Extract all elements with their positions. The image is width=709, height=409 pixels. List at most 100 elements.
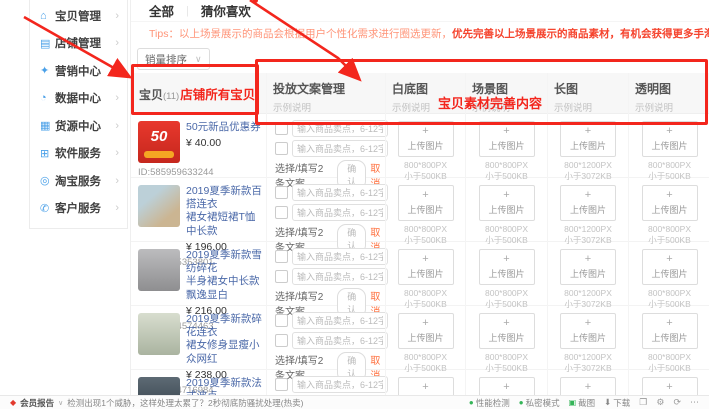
plus-icon: +: [643, 126, 697, 137]
product-thumbnail[interactable]: [138, 185, 180, 227]
upload-image-button[interactable]: +上传图片: [560, 377, 616, 395]
table-row: 50 50元新品优惠券 ¥ 40.00 ID:585959633244 选择/填…: [131, 114, 709, 178]
upload-image-button[interactable]: +上传图片: [398, 377, 454, 395]
product-title-link[interactable]: 2019夏季新款法式波点连衣裙女中长款气质显瘦: [186, 377, 262, 395]
chevron-right-icon: ›: [115, 175, 119, 187]
column-sublabel[interactable]: 示例说明: [635, 100, 709, 114]
settings-icon[interactable]: ⚙: [656, 397, 664, 408]
column-sublabel[interactable]: 示例说明: [472, 100, 547, 114]
sort-label: 销量排序: [145, 52, 187, 67]
sidebar-item-label: 客户服务: [55, 200, 115, 216]
sellpoint-checkbox[interactable]: [275, 122, 288, 135]
sidebar-item-software-service[interactable]: ⊞ 软件服务 ›: [30, 145, 127, 161]
member-report-label: 会员报告: [20, 397, 54, 409]
sellpoint-checkbox[interactable]: [275, 314, 288, 327]
tab-all[interactable]: 全部: [149, 1, 174, 20]
download-button[interactable]: ⬇下载: [604, 397, 630, 409]
upload-image-button[interactable]: +上传图片: [560, 313, 616, 349]
sellpoint-input[interactable]: [292, 140, 388, 157]
sidebar-item-supply-center[interactable]: ▦ 货源中心 ›: [30, 118, 127, 134]
sidebar-item-marketing-center[interactable]: ✦ 营销中心 ›: [30, 63, 127, 79]
upload-image-button[interactable]: +上传图片: [398, 121, 454, 157]
window-icon[interactable]: ❐: [639, 397, 647, 408]
sellpoint-input[interactable]: [292, 204, 388, 221]
product-thumbnail[interactable]: 50: [138, 121, 180, 163]
sellpoint-input[interactable]: [292, 332, 388, 349]
tips-banner: Tips：以上场景展示的商品会根据用户个性化需求进行圈选更新，优先完善以上场景展…: [131, 22, 709, 43]
sellpoint-input[interactable]: [292, 376, 388, 393]
sellpoint-checkbox[interactable]: [275, 378, 288, 391]
upload-image-button[interactable]: +上传图片: [479, 121, 535, 157]
private-mode-button[interactable]: ●私密模式: [519, 397, 560, 409]
product-title-link[interactable]: 2019夏季新款雪纺碎花半身裙女中长款飘逸显白: [186, 249, 262, 302]
chevron-right-icon: ›: [115, 65, 119, 77]
upload-image-button[interactable]: +上传图片: [479, 185, 535, 221]
upload-image-button[interactable]: +上传图片: [642, 121, 698, 157]
sellpoint-checkbox[interactable]: [275, 186, 288, 199]
refresh-icon[interactable]: ⟳: [673, 397, 681, 408]
security-notice[interactable]: ◆ 会员报告 ∨ 检测出现1个威胁，这样处理太累了？2秒彻底防骚扰处理(热卖): [10, 397, 303, 409]
sellpoint-checkbox[interactable]: [275, 206, 288, 219]
spec-size: 800*800PX: [386, 352, 465, 363]
upload-image-button[interactable]: +上传图片: [642, 185, 698, 221]
column-sublabel[interactable]: 示例说明: [554, 100, 628, 114]
chevron-down-icon: ∨: [195, 54, 202, 65]
plus-icon: +: [561, 126, 615, 137]
upload-image-button[interactable]: +上传图片: [398, 313, 454, 349]
table-row: 2019夏季新款法式波点连衣裙女中长款气质显瘦 +上传图片 +上传图片 +上传图…: [131, 370, 709, 395]
upload-image-button[interactable]: +上传图片: [642, 313, 698, 349]
table-row: 2019夏季新款碎花连衣裙女修身显瘦小众网红 ¥ 238.00 ID:59508…: [131, 306, 709, 370]
upload-image-button[interactable]: +上传图片: [560, 249, 616, 285]
chevron-right-icon: ›: [115, 202, 119, 214]
threat-notice-text: 检测出现1个威胁，这样处理太累了？2秒彻底防骚扰处理(热卖): [67, 397, 303, 409]
upload-image-button[interactable]: +上传图片: [398, 249, 454, 285]
product-thumbnail[interactable]: [138, 249, 180, 291]
upload-image-button[interactable]: +上传图片: [560, 185, 616, 221]
upload-label: 上传图片: [480, 267, 534, 280]
product-title-link[interactable]: 2019夏季新款百搭连衣裙女裙短裙T恤中长款: [186, 185, 262, 238]
column-sublabel[interactable]: 示例说明: [273, 100, 385, 114]
tips-text: Tips：以上场景展示的商品会根据用户个性化需求进行圈选更新，: [149, 28, 452, 40]
sellpoint-checkbox[interactable]: [275, 142, 288, 155]
performance-check-button[interactable]: ●性能检测: [469, 397, 510, 409]
sellpoint-checkbox[interactable]: [275, 250, 288, 263]
sidebar: ⌂ 宝贝管理 › ▤ 店铺管理 › ✦ 营销中心 › ◔ 数据中心 › ▦ 货源…: [29, 0, 128, 229]
tab-guess-you-like[interactable]: 猜你喜欢: [201, 1, 251, 20]
sellpoint-input[interactable]: [292, 268, 388, 285]
sellpoint-input[interactable]: [292, 120, 388, 137]
sidebar-item-taobao-service[interactable]: ◎ 淘宝服务 ›: [30, 173, 127, 189]
plus-icon: +: [399, 190, 453, 201]
upload-image-button[interactable]: +上传图片: [479, 377, 535, 395]
sort-dropdown[interactable]: 销量排序 ∨: [137, 48, 210, 70]
sellpoint-input[interactable]: [292, 248, 388, 265]
sellpoint-input[interactable]: [292, 184, 388, 201]
upload-image-button[interactable]: +上传图片: [642, 377, 698, 395]
upload-image-button[interactable]: +上传图片: [479, 249, 535, 285]
column-label: 场景图: [472, 80, 547, 97]
sellpoint-input[interactable]: [292, 312, 388, 329]
upload-image-button[interactable]: +上传图片: [479, 313, 535, 349]
upload-image-button[interactable]: +上传图片: [560, 121, 616, 157]
sidebar-item-shop-manage[interactable]: ▤ 店铺管理 ›: [30, 35, 127, 51]
plus-icon: +: [561, 254, 615, 265]
upload-image-button[interactable]: +上传图片: [398, 185, 454, 221]
product-title-link[interactable]: 2019夏季新款碎花连衣裙女修身显瘦小众网红: [186, 313, 262, 366]
plus-icon: +: [480, 190, 534, 201]
sellpoint-checkbox[interactable]: [275, 334, 288, 347]
screenshot-button[interactable]: ▣截图: [569, 397, 596, 409]
taobao-icon: ◎: [40, 174, 55, 187]
product-thumbnail[interactable]: [138, 313, 180, 355]
chevron-right-icon: ›: [115, 37, 119, 49]
product-title-link[interactable]: 50元新品优惠券: [186, 121, 261, 134]
more-icon[interactable]: ⋯: [690, 397, 699, 408]
sidebar-item-item-manage[interactable]: ⌂ 宝贝管理 ›: [30, 8, 127, 24]
sidebar-item-customer-service[interactable]: ✆ 客户服务 ›: [30, 200, 127, 216]
megaphone-icon: ✦: [40, 64, 55, 77]
sidebar-item-label: 店铺管理: [55, 35, 115, 51]
spec-size: 800*800PX: [386, 288, 465, 299]
column-sublabel[interactable]: 示例说明: [392, 100, 465, 114]
upload-image-button[interactable]: +上传图片: [642, 249, 698, 285]
product-thumbnail[interactable]: [138, 377, 180, 395]
sidebar-item-data-center[interactable]: ◔ 数据中心 ›: [30, 90, 127, 106]
sellpoint-checkbox[interactable]: [275, 270, 288, 283]
